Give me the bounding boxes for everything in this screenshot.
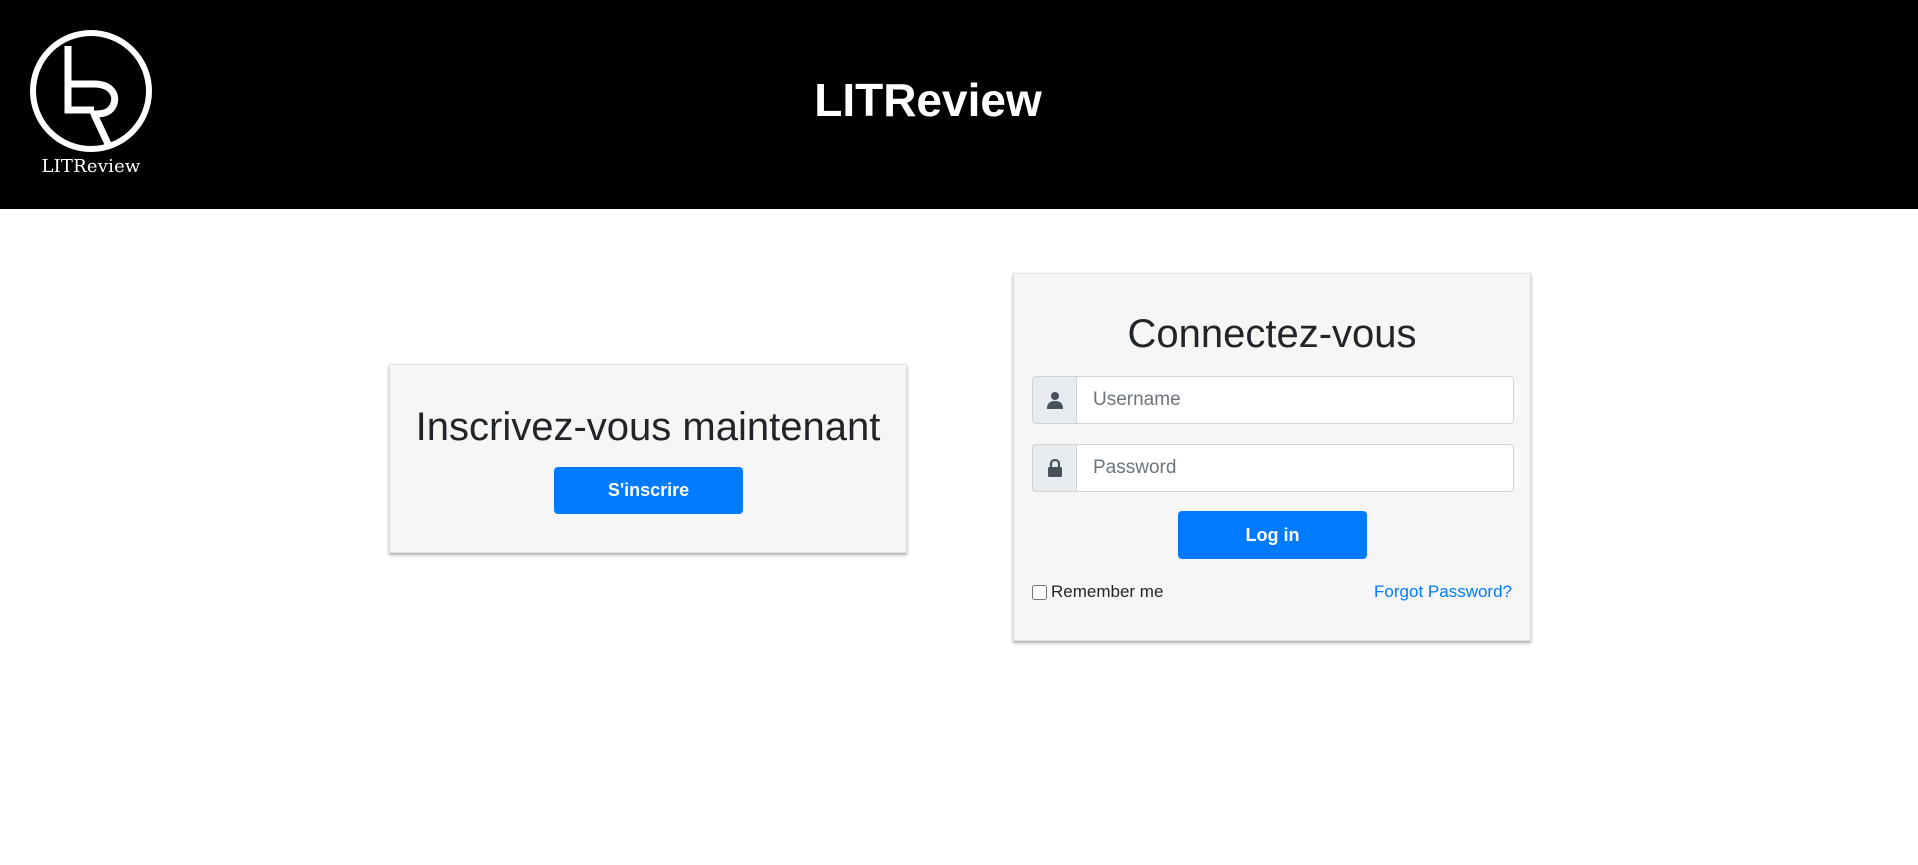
username-input-group (1032, 376, 1514, 424)
signup-card: Inscrivez-vous maintenant S'inscrire (389, 364, 907, 553)
site-header: LITReview LITReview (0, 0, 1918, 209)
login-button[interactable]: Log in (1178, 511, 1367, 559)
username-addon (1032, 376, 1076, 424)
signup-title: Inscrivez-vous maintenant (415, 405, 881, 449)
lock-icon (1047, 459, 1062, 477)
password-addon (1032, 444, 1076, 492)
password-input[interactable] (1076, 444, 1514, 492)
signup-button[interactable]: S'inscrire (554, 467, 743, 514)
username-input[interactable] (1076, 376, 1514, 424)
login-card: Connectez-vous Log in Remember me Forgot… (1013, 273, 1531, 641)
logo-caption: LITReview (41, 156, 141, 177)
forgot-password-link[interactable]: Forgot Password? (1374, 582, 1512, 602)
site-title: LITReview (814, 74, 1042, 126)
login-title: Connectez-vous (1127, 312, 1417, 356)
remember-me-checkbox[interactable] (1032, 584, 1047, 600)
password-input-group (1032, 444, 1514, 492)
remember-me-label: Remember me (1051, 582, 1164, 601)
user-icon (1046, 392, 1063, 409)
remember-me[interactable]: Remember me (1032, 582, 1163, 602)
